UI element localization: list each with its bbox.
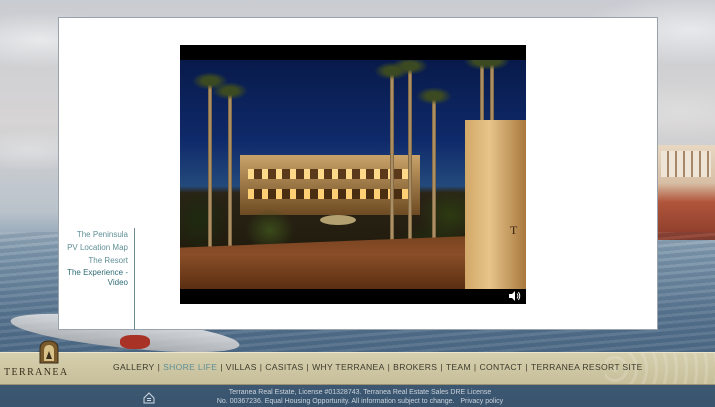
footer-line-2: No. 00367236. Equal Housing Opportunity.… [216,398,455,405]
video-frame[interactable]: T [180,60,526,289]
footer-legal-text: Terranea Real Estate, License #01328743.… [150,388,570,406]
terranea-logo[interactable]: TERRANEA [4,339,94,383]
nav-casitas[interactable]: CASITAS [265,362,303,372]
nav-separator: | [157,362,161,372]
subnav-item-experience-video[interactable]: The Experience - Video [66,268,128,288]
sub-navigation: The Peninsula PV Location Map The Resort… [66,228,128,288]
video-scene-palm [416,87,452,245]
video-overlay-text: T [510,223,519,237]
nav-gallery[interactable]: GALLERY [113,362,155,372]
subnav-item-location-map[interactable]: PV Location Map [66,241,128,254]
video-scene-palm [474,60,510,120]
nav-contact[interactable]: CONTACT [479,362,522,372]
nav-why-terranea[interactable]: WHY TERRANEA [312,362,385,372]
nav-team[interactable]: TEAM [446,362,471,372]
subnav-item-label: The Experience - [67,268,128,277]
nav-terranea-resort-site[interactable]: TERRANEA RESORT SITE [531,362,643,372]
video-scene-fountain [320,215,356,225]
nav-separator: | [387,362,391,372]
nav-brokers[interactable]: BROKERS [393,362,437,372]
video-scene-pillar [465,120,526,289]
nav-separator: | [525,362,528,372]
speaker-icon[interactable] [509,291,521,301]
video-scene-palm [374,62,410,240]
background-kayak [120,335,150,349]
privacy-policy-link[interactable]: Privacy policy [460,398,503,405]
nav-shore-life[interactable]: SHORE LIFE [163,362,217,372]
logo-wordmark: TERRANEA [4,367,69,378]
footer-line-1: Terranea Real Estate, License #01328743.… [228,389,492,396]
subnav-divider [134,228,135,330]
nav-separator: | [220,362,223,372]
nav-separator: | [259,362,263,372]
footer-line-2-wrap: No. 00367236. Equal Housing Opportunity.… [150,397,570,406]
subnav-item-label-line2: Video [107,278,128,287]
nav-villas[interactable]: VILLAS [226,362,257,372]
main-navigation: GALLERY | SHORE LIFE | VILLAS | CASITAS | WHY TE… [113,362,643,372]
video-scene-palm [392,60,428,240]
nav-separator: | [306,362,310,372]
subnav-item-resort[interactable]: The Resort [66,254,128,267]
background-cliff-villas [657,145,715,240]
terranea-crest-icon [39,340,59,364]
nav-separator: | [473,362,477,372]
subnav-item-peninsula[interactable]: The Peninsula [66,228,128,241]
video-player[interactable]: T [180,45,526,304]
nav-separator: | [440,362,443,372]
